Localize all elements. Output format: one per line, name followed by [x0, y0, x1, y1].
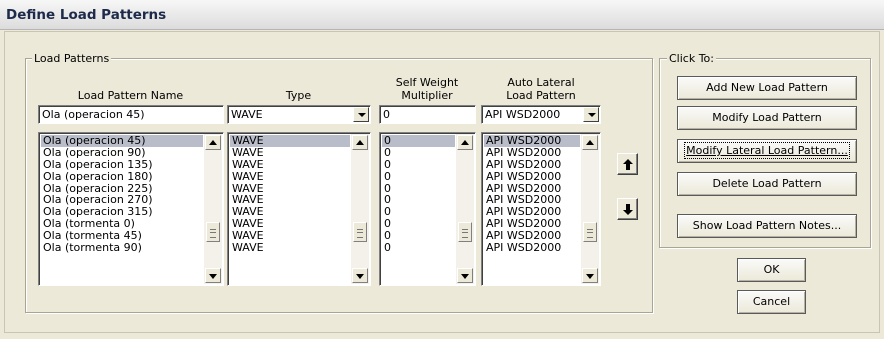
list-item-type[interactable]: WAVE [230, 194, 350, 206]
list-item-load-pattern-name[interactable]: Ola (operacion 315) [41, 206, 203, 218]
cancel-button[interactable]: Cancel [737, 290, 806, 314]
load-patterns-legend: Load Patterns [32, 52, 112, 65]
chevron-down-icon[interactable] [583, 107, 599, 122]
list-item-multiplier[interactable]: 0 [382, 242, 455, 254]
scroll-up-icon[interactable] [352, 135, 368, 150]
list-item-type[interactable]: WAVE [230, 159, 350, 171]
list-item-multiplier[interactable]: 0 [382, 206, 455, 218]
list-item-auto-lateral[interactable]: API WSD2000 [484, 183, 580, 195]
type-dropdown-value: WAVE [231, 108, 263, 121]
move-up-button[interactable] [617, 153, 638, 175]
list-item-auto-lateral[interactable]: API WSD2000 [484, 242, 580, 254]
auto-lateral-list[interactable]: API WSD2000 API WSD2000 API WSD2000 API WSD… [481, 132, 601, 286]
list-item-type[interactable]: WAVE [230, 135, 350, 147]
auto-lateral-dropdown[interactable]: API WSD2000 [481, 105, 601, 124]
scrollbar[interactable] [456, 134, 474, 284]
list-item-load-pattern-name[interactable]: Ola (operacion 45) [41, 135, 203, 147]
list-item-multiplier[interactable]: 0 [382, 171, 455, 183]
list-item-auto-lateral[interactable]: API WSD2000 [484, 171, 580, 183]
type-list[interactable]: WAVE WAVE WAVE WAVE WAVE WAVE WAVE WAVE WAVE WAVE [227, 132, 371, 286]
list-item-auto-lateral[interactable]: API WSD2000 [484, 159, 580, 171]
list-item-load-pattern-name[interactable]: Ola (tormenta 45) [41, 230, 203, 242]
list-item-auto-lateral[interactable]: API WSD2000 [484, 218, 580, 230]
scrollbar[interactable] [204, 134, 222, 284]
scroll-up-icon[interactable] [582, 135, 598, 150]
scrollbar[interactable] [351, 134, 369, 284]
list-item-auto-lateral[interactable]: API WSD2000 [484, 230, 580, 242]
arrow-down-icon [623, 204, 633, 215]
chevron-down-icon[interactable] [353, 107, 369, 122]
add-new-load-pattern-button[interactable]: Add New Load Pattern [677, 76, 857, 100]
list-item-load-pattern-name[interactable]: Ola (tormenta 90) [41, 242, 203, 254]
scroll-down-icon[interactable] [352, 268, 368, 283]
modify-lateral-load-pattern-button[interactable]: Modify Lateral Load Pattern... [677, 139, 857, 163]
window-title: Define Load Patterns [6, 7, 167, 23]
list-item-auto-lateral[interactable]: API WSD2000 [484, 147, 580, 159]
scroll-down-icon[interactable] [582, 268, 598, 283]
list-item-multiplier[interactable]: 0 [382, 183, 455, 195]
load-pattern-name-input[interactable]: Ola (operacion 45) [38, 105, 224, 124]
modify-load-pattern-button[interactable]: Modify Load Pattern [677, 106, 857, 130]
list-item-load-pattern-name[interactable]: Ola (operacion 225) [41, 183, 203, 195]
header-load-pattern-name: Load Pattern Name [77, 89, 184, 102]
show-load-pattern-notes-button[interactable]: Show Load Pattern Notes... [677, 214, 857, 238]
scroll-up-icon[interactable] [457, 135, 473, 150]
scrollbar[interactable] [581, 134, 599, 284]
list-item-multiplier[interactable]: 0 [382, 218, 455, 230]
list-item-type[interactable]: WAVE [230, 171, 350, 183]
list-item-load-pattern-name[interactable]: Ola (operacion 90) [41, 147, 203, 159]
list-item-multiplier[interactable]: 0 [382, 194, 455, 206]
list-item-auto-lateral[interactable]: API WSD2000 [484, 135, 580, 147]
title-bar[interactable]: Define Load Patterns [0, 0, 884, 30]
delete-load-pattern-button[interactable]: Delete Load Pattern [677, 172, 857, 196]
list-item-type[interactable]: WAVE [230, 147, 350, 159]
list-item-load-pattern-name[interactable]: Ola (operacion 135) [41, 159, 203, 171]
scroll-down-icon[interactable] [205, 268, 221, 283]
list-item-type[interactable]: WAVE [230, 206, 350, 218]
list-item-type[interactable]: WAVE [230, 183, 350, 195]
header-self-weight-multiplier: Self Weight Multiplier [395, 76, 459, 102]
list-item-auto-lateral[interactable]: API WSD2000 [484, 194, 580, 206]
list-item-type[interactable]: WAVE [230, 218, 350, 230]
scroll-down-icon[interactable] [457, 268, 473, 283]
dialog-body: Load Patterns Load Pattern Name Type Sel… [4, 31, 880, 333]
scroll-thumb[interactable] [458, 222, 472, 242]
scroll-thumb[interactable] [583, 222, 597, 242]
auto-lateral-dropdown-value: API WSD2000 [485, 108, 561, 121]
list-item-load-pattern-name[interactable]: Ola (operacion 270) [41, 194, 203, 206]
list-item-type[interactable]: WAVE [230, 230, 350, 242]
scroll-thumb[interactable] [353, 222, 367, 242]
scroll-thumb[interactable] [206, 222, 220, 242]
ok-button[interactable]: OK [737, 258, 806, 282]
multiplier-list[interactable]: 0000000000 [379, 132, 476, 286]
arrow-up-icon [623, 159, 633, 170]
list-item-multiplier[interactable]: 0 [382, 135, 455, 147]
type-dropdown[interactable]: WAVE [227, 105, 371, 124]
list-item-load-pattern-name[interactable]: Ola (tormenta 0) [41, 218, 203, 230]
list-item-type[interactable]: WAVE [230, 242, 350, 254]
move-down-button[interactable] [617, 198, 638, 220]
list-item-multiplier[interactable]: 0 [382, 230, 455, 242]
load-pattern-name-list[interactable]: Ola (operacion 45) Ola (operacion 90) Ola … [38, 132, 224, 286]
click-to-legend: Click To: [667, 52, 716, 65]
header-auto-lateral: Auto Lateral Load Pattern [506, 76, 576, 102]
scroll-up-icon[interactable] [205, 135, 221, 150]
header-type: Type [285, 89, 312, 102]
list-item-multiplier[interactable]: 0 [382, 159, 455, 171]
list-item-load-pattern-name[interactable]: Ola (operacion 180) [41, 171, 203, 183]
self-weight-multiplier-input[interactable]: 0 [379, 105, 476, 124]
list-item-multiplier[interactable]: 0 [382, 147, 455, 159]
list-item-auto-lateral[interactable]: API WSD2000 [484, 206, 580, 218]
